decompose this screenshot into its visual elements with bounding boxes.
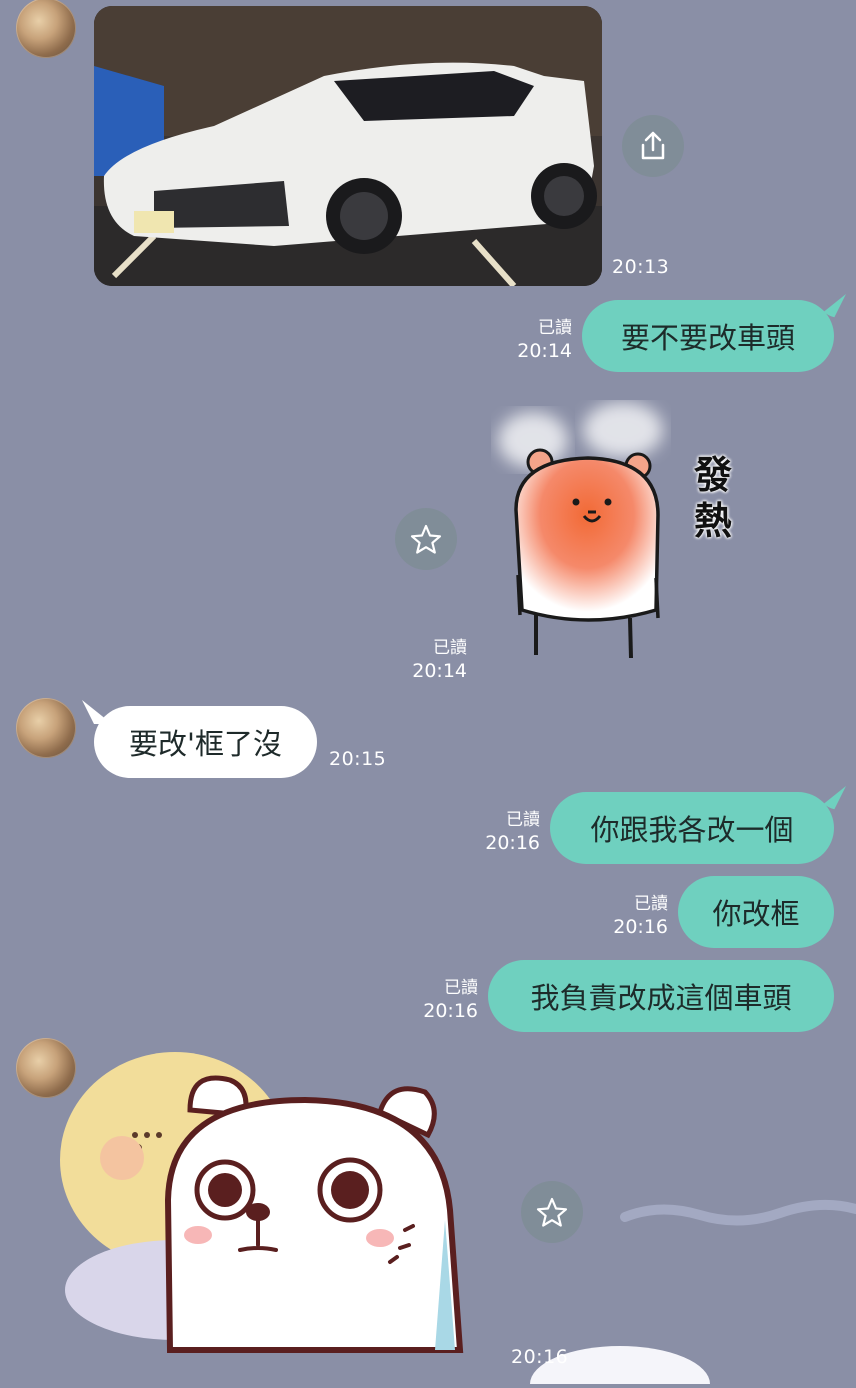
my-message-bubble[interactable]: 你跟我各改一個 xyxy=(550,786,846,864)
message-text: 要改'框了沒 xyxy=(129,727,282,761)
car-photo-message[interactable] xyxy=(94,6,602,286)
read-receipt: 已讀 xyxy=(444,978,478,998)
bear-sticker-hot[interactable]: 發熱 xyxy=(488,400,758,670)
share-icon xyxy=(641,131,665,160)
message-meta: 已讀 20:16 xyxy=(606,893,668,939)
contact-avatar[interactable] xyxy=(16,0,76,58)
message-time: 20:13 xyxy=(612,256,670,278)
message-meta: 已讀 20:14 xyxy=(510,317,572,363)
message-time: 20:14 xyxy=(517,340,572,362)
message-meta: 已讀 20:14 xyxy=(405,637,467,683)
message-text: 你跟我各改一個 xyxy=(590,813,794,847)
read-receipt: 已讀 xyxy=(433,638,467,658)
read-receipt: 已讀 xyxy=(506,810,540,830)
message-time: 20:14 xyxy=(412,660,467,682)
message-text: 要不要改車頭 xyxy=(620,321,795,355)
my-message-bubble[interactable]: 我負責改成這個車頭 xyxy=(488,960,834,1032)
polar-bear-sticker[interactable] xyxy=(50,1040,480,1360)
read-receipt: 已讀 xyxy=(538,318,572,338)
favorite-button[interactable] xyxy=(521,1181,583,1243)
sticker-caption: 發熱 xyxy=(694,453,733,543)
favorite-button[interactable] xyxy=(395,508,457,570)
read-receipt: 已讀 xyxy=(634,894,668,914)
message-meta: 已讀 20:16 xyxy=(416,977,478,1023)
message-time: 20:16 xyxy=(423,1000,478,1022)
contact-avatar[interactable] xyxy=(16,698,76,758)
message-time: 20:16 xyxy=(613,916,668,938)
message-meta: 已讀 20:16 xyxy=(478,809,540,855)
car-photo xyxy=(94,6,602,286)
my-message-bubble[interactable]: 要不要改車頭 xyxy=(582,294,846,372)
message-text: 我負責改成這個車頭 xyxy=(530,981,792,1015)
star-icon xyxy=(536,1197,568,1227)
their-message-bubble[interactable]: 要改'框了沒 xyxy=(82,700,317,778)
message-time: 20:16 xyxy=(511,1346,569,1368)
decorative-wave xyxy=(620,1195,856,1235)
my-message-bubble[interactable]: 你改框 xyxy=(678,876,834,948)
message-text: 你改框 xyxy=(712,897,800,931)
message-time: 20:16 xyxy=(485,832,540,854)
polar-bear-sticker-image xyxy=(60,1052,464,1353)
star-icon xyxy=(410,524,442,554)
share-button[interactable] xyxy=(622,115,684,177)
message-time: 20:15 xyxy=(329,748,387,770)
